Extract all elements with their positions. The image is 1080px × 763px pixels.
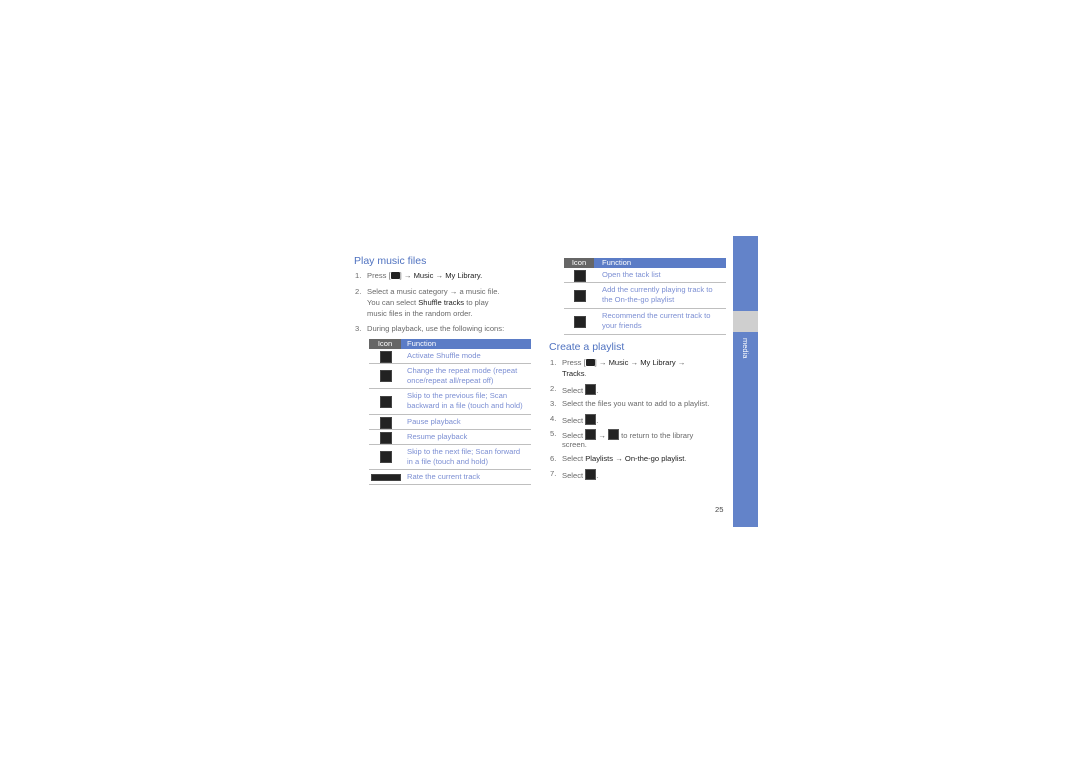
step-2: 2. Select a music category → a music fil… bbox=[355, 287, 500, 318]
step-7: 7. Select . bbox=[550, 469, 599, 480]
icon-function-table-playlist: Icon Function Open the tack list Add the… bbox=[564, 258, 726, 335]
edit-icon bbox=[585, 384, 597, 395]
table-header: Icon Function bbox=[369, 339, 531, 349]
menu-key-icon bbox=[390, 272, 400, 279]
recommend-icon bbox=[574, 316, 586, 328]
section-title-create-playlist: Create a playlist bbox=[549, 341, 625, 353]
step-6: 6. Select Playlists → On-the-go playlist… bbox=[550, 454, 687, 463]
section-title-play-music: Play music files bbox=[354, 255, 427, 267]
table-row: Recommend the current track to your frie… bbox=[564, 309, 726, 335]
step-2: 2. Select . bbox=[550, 384, 599, 395]
table-row: Rate the current track bbox=[369, 470, 531, 485]
step-4: 4. Select . bbox=[550, 414, 599, 425]
chapter-label: media bbox=[741, 338, 750, 359]
shuffle-icon bbox=[380, 351, 392, 363]
table-row: Pause playback bbox=[369, 415, 531, 430]
table-row: Skip to the next file; Scan forward in a… bbox=[369, 445, 531, 470]
chapter-tab-lower: media bbox=[733, 332, 758, 527]
back-icon bbox=[608, 429, 620, 440]
chapter-tab-upper bbox=[733, 236, 758, 311]
table-row: Open the tack list bbox=[564, 268, 726, 283]
table-row: Add the currently playing track to the O… bbox=[564, 283, 726, 309]
page-number: 25 bbox=[715, 505, 724, 514]
skip-next-icon bbox=[380, 451, 392, 463]
skip-previous-icon bbox=[380, 396, 392, 408]
table-row: Resume playback bbox=[369, 430, 531, 445]
repeat-icon bbox=[380, 370, 392, 382]
table-row: Skip to the previous file; Scan backward… bbox=[369, 389, 531, 415]
track-list-icon bbox=[574, 270, 586, 282]
step-5: 5. Select → to return to the library scr… bbox=[550, 429, 694, 449]
save-icon bbox=[585, 469, 597, 480]
add-to-playlist-icon bbox=[574, 290, 586, 302]
back-icon bbox=[585, 429, 597, 440]
play-icon bbox=[380, 432, 392, 444]
chapter-tab-marker bbox=[733, 311, 758, 332]
menu-key-icon bbox=[585, 359, 595, 366]
step-3: 3. Select the files you want to add to a… bbox=[550, 399, 710, 408]
table-row: Change the repeat mode (repeat once/repe… bbox=[369, 364, 531, 389]
step-1: 1. Press [] → Music → My Library. bbox=[355, 271, 483, 280]
table-header: Icon Function bbox=[564, 258, 726, 268]
icon-function-table-playback: Icon Function Activate Shuffle mode Chan… bbox=[369, 339, 531, 485]
add-to-playlist-icon bbox=[585, 414, 597, 425]
step-3: 3. During playback, use the following ic… bbox=[355, 324, 505, 333]
step-1: 1. Press [] → Music → My Library → Track… bbox=[550, 358, 686, 378]
pause-icon bbox=[380, 417, 392, 429]
table-row: Activate Shuffle mode bbox=[369, 349, 531, 364]
rating-stars-icon bbox=[371, 474, 401, 481]
